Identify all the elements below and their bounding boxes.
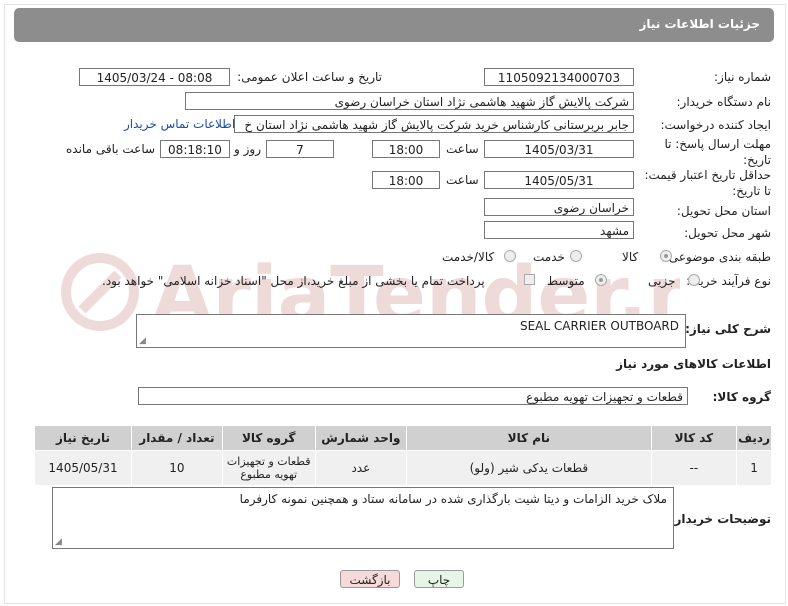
category-radio-service[interactable] bbox=[570, 250, 582, 262]
cell-need-date: 1405/05/31 bbox=[33, 450, 133, 486]
delivery-city-label: شهر محل تحویل: bbox=[684, 226, 771, 240]
requester-label: ایجاد کننده درخواست: bbox=[660, 118, 771, 132]
print-button[interactable]: چاپ bbox=[414, 570, 464, 588]
contact-info-link[interactable]: اطلاعات تماس خریدار bbox=[124, 117, 235, 131]
category-radio-goods-service[interactable] bbox=[504, 250, 516, 262]
reply-date-field[interactable]: 1405/03/31 bbox=[484, 140, 634, 158]
goods-info-heading: اطلاعات کالاهای مورد نیاز bbox=[616, 357, 771, 371]
table-row[interactable]: 1 -- قطعات یدکی شیر (ولو) عدد قطعات و تج… bbox=[33, 450, 772, 486]
buyer-org-label: نام دستگاه خریدار: bbox=[676, 95, 772, 109]
buyer-notes-textarea[interactable]: ملاک خرید الزامات و دیتا شیت بارگذاری شد… bbox=[52, 487, 674, 549]
cell-item-code: -- bbox=[650, 450, 738, 486]
general-desc-textarea[interactable]: SEAL CARRIER OUTBOARD ◢ bbox=[136, 314, 686, 348]
cell-item-name: قطعات یدکی شیر (ولو) bbox=[406, 450, 652, 486]
category-option-goods-service: کالا/خدمت bbox=[442, 250, 495, 264]
goods-table-header-row: ردیف کد کالا نام کالا واحد شمارش گروه کا… bbox=[33, 425, 772, 451]
cell-row-number: 1 bbox=[736, 450, 772, 486]
cell-item-group: قطعات و تجهیزات تهویه مطبوع bbox=[221, 450, 316, 486]
announce-datetime-field[interactable]: 1405/03/24 - 08:08 bbox=[79, 68, 230, 86]
cell-quantity: 10 bbox=[131, 450, 223, 486]
col-unit: واحد شمارش bbox=[314, 425, 408, 451]
resize-grip-icon[interactable]: ◢ bbox=[55, 538, 62, 547]
buyer-org-field[interactable]: شرکت پالایش گاز شهید هاشمی نژاد استان خر… bbox=[185, 92, 634, 110]
cell-unit: عدد bbox=[314, 450, 408, 486]
col-row-number: ردیف bbox=[736, 425, 772, 451]
need-number-label: شماره نیاز: bbox=[714, 70, 771, 84]
announce-datetime-label: تاریخ و ساعت اعلان عمومی: bbox=[237, 70, 382, 84]
price-validity-hour-field[interactable]: 18:00 bbox=[372, 171, 440, 189]
page-title: جزئیات اطلاعات نیاز bbox=[639, 17, 760, 31]
delivery-city-field[interactable]: مشهد bbox=[484, 221, 634, 239]
category-option-goods: کالا bbox=[622, 250, 639, 264]
purchase-radio-medium[interactable] bbox=[595, 274, 607, 286]
back-button[interactable]: بازگشت bbox=[340, 570, 400, 588]
goods-group-label: گروه کالا: bbox=[712, 390, 771, 404]
general-desc-text: SEAL CARRIER OUTBOARD bbox=[519, 319, 679, 333]
price-validity-date-field[interactable]: 1405/05/31 bbox=[484, 171, 634, 189]
col-item-group: گروه کالا bbox=[221, 425, 316, 451]
delivery-province-label: استان محل تحویل: bbox=[676, 204, 771, 218]
goods-group-field[interactable]: قطعات و تجهیزات تهویه مطبوع bbox=[138, 387, 688, 405]
goods-table: ردیف کد کالا نام کالا واحد شمارش گروه کا… bbox=[33, 425, 772, 486]
reply-hour-label: ساعت bbox=[446, 142, 479, 156]
category-label: طبقه بندی موضوعی: bbox=[664, 250, 771, 264]
purchase-option-medium: متوسط bbox=[547, 274, 585, 288]
reply-days-field[interactable]: 7 bbox=[266, 140, 334, 158]
buyer-notes-text: ملاک خرید الزامات و دیتا شیت بارگذاری شد… bbox=[239, 492, 667, 506]
reply-deadline-label: مهلت ارسال پاسخ: تا تاریخ: bbox=[664, 137, 771, 167]
day-and-label: روز و bbox=[234, 142, 261, 156]
col-item-name: نام کالا bbox=[406, 425, 652, 451]
buyer-notes-label: توضیحات خریدار: bbox=[669, 512, 771, 526]
purchase-radio-minor[interactable] bbox=[688, 274, 700, 286]
general-desc-label: شرح کلی نیاز: bbox=[685, 322, 771, 336]
remaining-time-field[interactable]: 08:18:10 bbox=[160, 140, 230, 158]
purchase-option-minor: جزیی bbox=[648, 274, 676, 288]
category-radio-goods[interactable] bbox=[660, 250, 672, 262]
price-hour-label: ساعت bbox=[446, 173, 479, 187]
price-validity-label: حداقل تاریخ اعتبار قیمت: تا تاریخ: bbox=[644, 168, 771, 198]
resize-grip-icon[interactable]: ◢ bbox=[139, 337, 146, 346]
treasury-payment-checkbox[interactable] bbox=[524, 274, 535, 285]
category-option-service: خدمت bbox=[533, 250, 565, 264]
page-header: جزئیات اطلاعات نیاز bbox=[14, 8, 774, 42]
delivery-province-field[interactable]: خراسان رضوی bbox=[484, 198, 634, 216]
remaining-label: ساعت باقی مانده bbox=[66, 142, 156, 156]
col-need-date: تاریخ نیاز bbox=[33, 425, 133, 451]
treasury-payment-note: پرداخت تمام یا بخشی از مبلغ خرید،از محل … bbox=[102, 274, 485, 288]
col-item-code: کد کالا bbox=[650, 425, 738, 451]
col-quantity: تعداد / مقدار bbox=[131, 425, 223, 451]
reply-hour-field[interactable]: 18:00 bbox=[372, 140, 440, 158]
requester-field[interactable]: جابر بربرستانی کارشناس خرید شرکت پالایش … bbox=[234, 115, 634, 133]
need-number-field[interactable]: 1105092134000703 bbox=[484, 68, 634, 86]
